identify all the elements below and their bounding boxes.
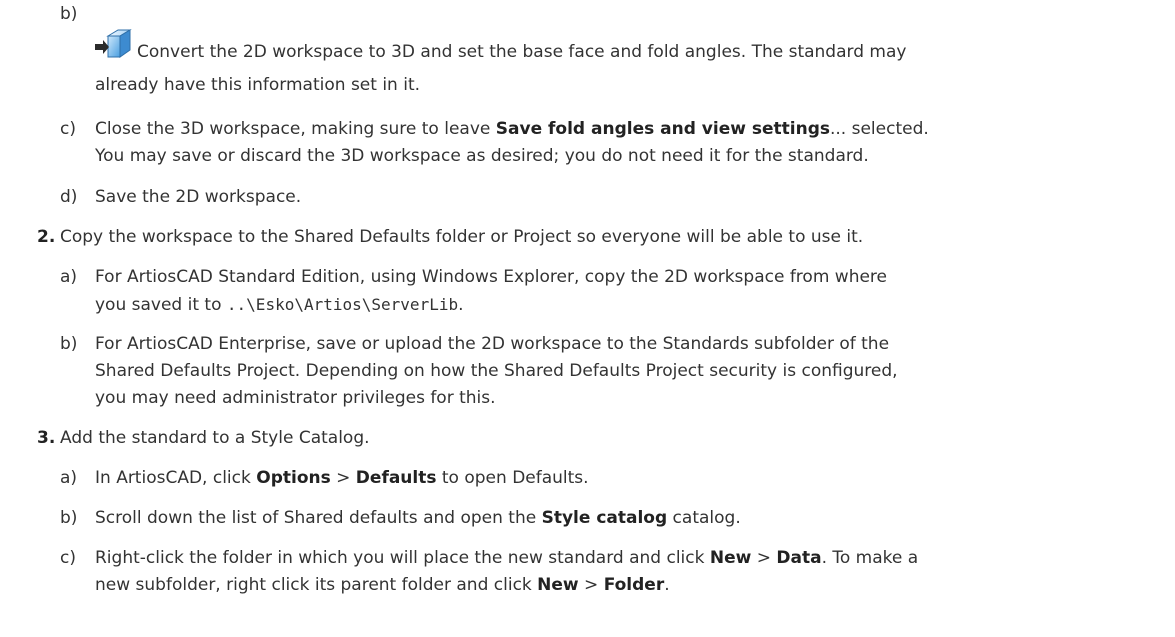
step2-a-text-line2: you saved it to ..\Esko\Artios\ServerLib… [95,295,464,315]
step2-b-marker: b) [60,334,78,354]
serverlib-path: ..\Esko\Artios\ServerLib [226,295,459,314]
convert-to-3d-icon [95,29,132,58]
step3-c-text-line2: new subfolder, right click its parent fo… [95,575,670,595]
step1-b-text-line1: Convert the 2D workspace to 3D and set t… [137,42,907,62]
folder-menu-ref: Folder [603,575,665,595]
step1-c-text-line2: You may save or discard the 3D workspace… [95,146,869,166]
step1-b-marker: b) [60,4,78,24]
step3-c-text-line1: Right-click the folder in which you will… [95,548,919,568]
style-catalog-ref: Style catalog [541,508,668,528]
step1-d-text: Save the 2D workspace. [95,187,302,207]
step3-a-marker: a) [60,468,78,488]
step3-a-text: In ArtiosCAD, click Options > Defaults t… [95,468,589,488]
step3-b-marker: b) [60,508,78,528]
step2-b-text-line2: Shared Defaults Project. Depending on ho… [95,361,898,381]
step2-text: Copy the workspace to the Shared Default… [60,227,864,247]
step3-b-text: Scroll down the list of Shared defaults … [95,508,741,528]
step2-b-text-line1: For ArtiosCAD Enterprise, save or upload… [95,334,890,354]
step2-a-text-line1: For ArtiosCAD Standard Edition, using Wi… [95,267,888,287]
data-menu-ref: Data [776,548,822,568]
step3-text: Add the standard to a Style Catalog. [60,428,370,448]
step3-number: 3. [37,428,56,448]
new-menu-ref: New [709,548,752,568]
save-fold-angles-option: Save fold angles and view settings [495,119,830,139]
options-menu-ref: Options [256,468,331,488]
step1-b-text-line2: already have this information set in it. [95,75,421,95]
step1-c-marker: c) [60,119,76,139]
new-menu-ref: New [537,575,579,595]
defaults-menu-ref: Defaults [355,468,437,488]
step1-c-text-line1: Close the 3D workspace, making sure to l… [95,119,929,139]
step2-number: 2. [37,227,56,247]
step1-d-marker: d) [60,187,78,207]
step2-b-text-line3: you may need administrator privileges fo… [95,388,496,408]
step3-c-marker: c) [60,548,76,568]
step2-a-marker: a) [60,267,78,287]
